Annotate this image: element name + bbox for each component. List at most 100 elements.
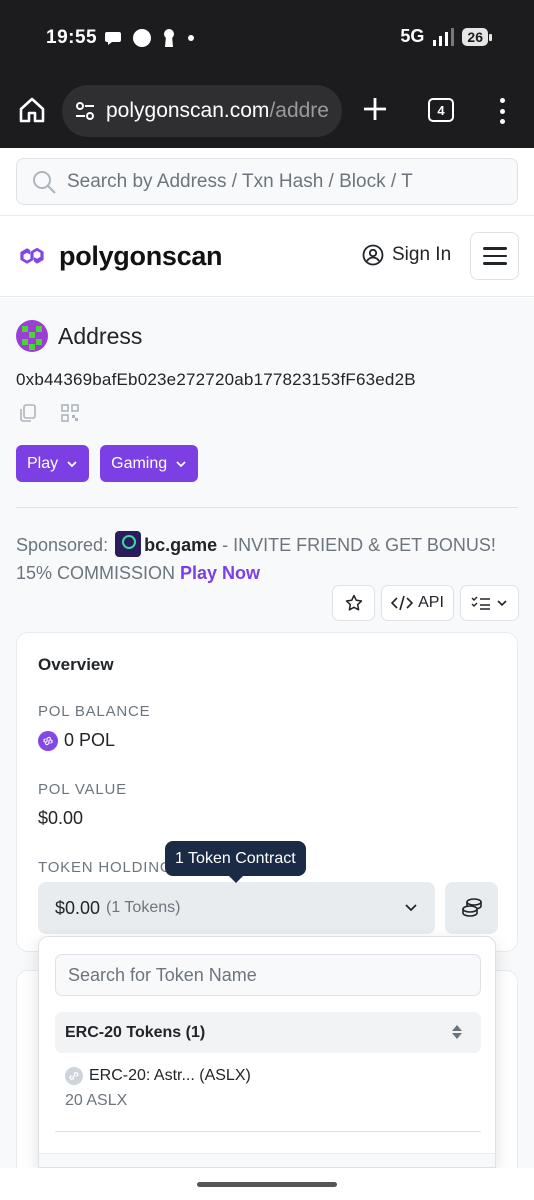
erc20-group-label: ERC-20 Tokens (1): [65, 1023, 206, 1041]
chevron-down-icon: [67, 460, 77, 467]
system-nav-bar: [0, 1168, 534, 1200]
chat-icon: [105, 32, 121, 45]
token-holdings-button[interactable]: [445, 882, 498, 934]
chevron-down-icon: [497, 600, 507, 607]
token-search-input[interactable]: Search for Token Name: [55, 954, 481, 996]
address-toolbar: API: [332, 585, 519, 621]
chevron-down-icon: [405, 904, 417, 912]
code-icon: [391, 595, 414, 611]
sponsored-label: Sponsored:: [16, 535, 109, 555]
url-domain: polygonscan.com: [106, 99, 270, 122]
tag-play-label: Play: [27, 454, 59, 472]
network-label: 5G: [400, 26, 425, 46]
token-contract-tooltip: 1 Token Contract: [165, 841, 306, 883]
token-name-row: ERC-20: Astr... (ASLX): [65, 1067, 251, 1085]
status-bar: 19:55 5G 26: [0, 0, 534, 76]
dot-icon: [188, 35, 194, 41]
qr-code-icon[interactable]: [60, 403, 80, 423]
coins-icon: [461, 898, 482, 917]
token-link-icon: [65, 1067, 83, 1085]
api-button[interactable]: API: [381, 585, 454, 621]
circle-icon: [133, 29, 151, 47]
dropdown-footer: [39, 1153, 495, 1167]
bc-game-logo: [115, 531, 142, 557]
tag-gaming-button[interactable]: Gaming: [100, 445, 199, 482]
address-heading: Address: [16, 320, 142, 352]
sort-icon: [452, 1025, 462, 1039]
token-holding-label: TOKEN HOLDING: [38, 859, 173, 876]
address-hash: 0xb44369bafEb023e272720ab177823153fF63ed…: [16, 370, 416, 389]
token-holding-dropdown[interactable]: $0.00 (1 Tokens): [38, 882, 435, 934]
pol-balance-label: POL BALANCE: [38, 703, 151, 720]
pol-balance-text: 0 POL: [64, 730, 116, 750]
sign-in-link[interactable]: Sign In: [362, 244, 451, 266]
site-settings-icon: [76, 102, 94, 120]
search-placeholder: Search by Address / Txn Hash / Block / T: [67, 170, 413, 192]
home-icon: [19, 97, 45, 123]
overview-title: Overview: [38, 655, 114, 674]
tab-switcher-button[interactable]: 4: [428, 98, 454, 122]
gesture-handle[interactable]: [197, 1182, 337, 1187]
dropdown-divider: [55, 1131, 481, 1132]
search-input[interactable]: Search by Address / Txn Hash / Block / T: [16, 158, 518, 205]
keyhole-icon: [164, 29, 174, 47]
new-tab-button[interactable]: [360, 94, 390, 124]
play-now-link[interactable]: Play Now: [180, 563, 260, 583]
nav-menu-button[interactable]: [470, 232, 519, 280]
polygonscan-logo[interactable]: polygonscan: [15, 239, 223, 273]
browser-menu-button[interactable]: [494, 96, 510, 126]
token-name: ERC-20: Astr... (ASLX): [89, 1067, 251, 1084]
more-options-button[interactable]: [460, 585, 519, 621]
overview-card: Overview POL BALANCE 0 POL POL VALUE $0.…: [16, 632, 518, 952]
checklist-icon: [471, 596, 490, 610]
browser-toolbar: polygonscan.com/addre 4: [0, 76, 534, 148]
polygon-logo-icon: [20, 247, 44, 264]
pol-value-amount: $0.00: [38, 808, 84, 828]
battery-indicator: 26: [462, 27, 492, 46]
sponsor-brand-link[interactable]: bc.game: [144, 535, 217, 555]
notification-icons: [104, 28, 196, 48]
signal-icon: [433, 27, 455, 46]
api-label: API: [418, 594, 444, 611]
menu-dot: [499, 108, 505, 114]
status-time: 19:55: [46, 27, 98, 48]
section-divider: [16, 507, 518, 508]
menu-line: [482, 262, 507, 265]
status-right: 5G 26: [400, 26, 492, 47]
sponsored-banner: Sponsored: bc.game - INVITE FRIEND & GET…: [16, 531, 518, 587]
star-icon: [345, 594, 362, 611]
plus-icon: [364, 98, 386, 120]
menu-line: [482, 247, 507, 250]
address-actions: [18, 403, 80, 423]
pol-balance-value: 0 POL: [38, 730, 115, 751]
url-path: /addre: [269, 99, 329, 122]
brand-name: polygonscan: [59, 240, 223, 271]
site-search-bar: Search by Address / Txn Hash / Block / T: [0, 148, 534, 216]
chevron-down-icon: [176, 460, 186, 467]
token-dropdown-menu: Search for Token Name ERC-20 Tokens (1) …: [38, 936, 496, 1168]
address-tags: Play Gaming: [16, 445, 199, 482]
menu-line: [482, 254, 507, 258]
address-avatar-icon: [16, 320, 48, 352]
sign-in-label: Sign In: [392, 244, 452, 265]
copy-icon[interactable]: [18, 403, 38, 423]
token-holding-value: $0.00: [55, 897, 101, 918]
tag-gaming-label: Gaming: [111, 454, 168, 472]
favorite-button[interactable]: [332, 585, 375, 621]
page-title: Address: [58, 322, 143, 349]
tag-play-button[interactable]: Play: [16, 445, 90, 482]
search-icon: [33, 170, 56, 194]
menu-dot: [499, 119, 505, 124]
home-button[interactable]: [14, 92, 50, 128]
site-header: polygonscan Sign In: [0, 217, 534, 297]
erc20-group-header[interactable]: ERC-20 Tokens (1): [55, 1012, 481, 1053]
address-bar[interactable]: polygonscan.com/addre: [62, 85, 342, 137]
pol-value-label: POL VALUE: [38, 781, 127, 798]
menu-dot: [499, 98, 505, 103]
user-circle-icon: [362, 244, 384, 266]
url-text: polygonscan.com/addre: [106, 99, 329, 123]
token-holding-count: (1 Tokens): [106, 899, 181, 916]
token-list-item[interactable]: ERC-20: Astr... (ASLX) 20 ASLX: [65, 1067, 251, 1110]
token-amount: 20 ASLX: [65, 1092, 128, 1109]
pol-token-icon: [38, 730, 58, 751]
